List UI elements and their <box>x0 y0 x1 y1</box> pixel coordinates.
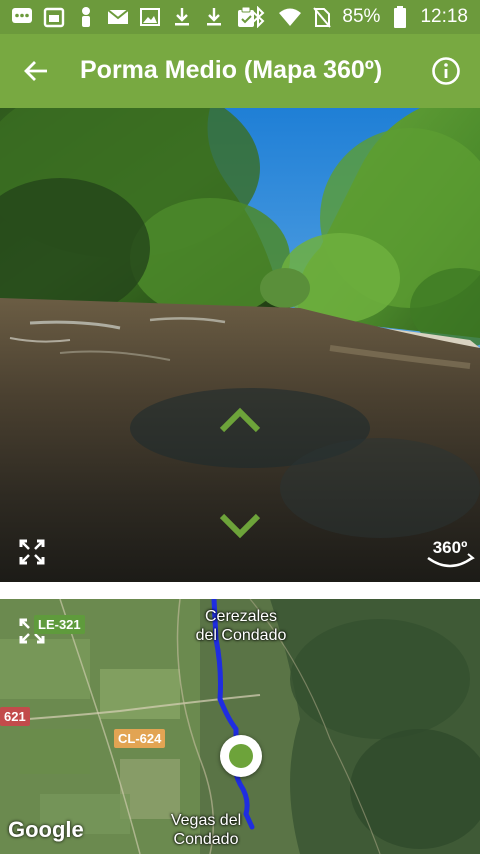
download-icon <box>202 5 226 29</box>
figure-icon <box>74 5 98 29</box>
road-label-cl624: CL-624 <box>114 729 166 748</box>
clock: 12:18 <box>420 6 468 27</box>
move-back-button[interactable] <box>216 510 264 542</box>
download-icon <box>170 5 194 29</box>
town-label-vegas: Vegas del Condado <box>156 811 256 849</box>
calendar-icon <box>42 5 66 29</box>
chat-icon <box>10 5 34 29</box>
no-sim-icon <box>310 5 334 29</box>
chevron-up-icon <box>219 407 261 433</box>
battery-icon <box>388 5 412 29</box>
status-bar: 85% 12:18 <box>0 0 480 34</box>
town-label-cerezales: Cerezales del Condado <box>186 607 296 645</box>
google-attribution: Google <box>8 817 84 842</box>
battery-percent: 85% <box>342 6 381 27</box>
divider <box>0 582 480 599</box>
app-bar: Porma Medio (Mapa 360º) <box>0 34 480 108</box>
town-label-line: Condado <box>173 831 239 848</box>
info-button[interactable] <box>426 51 466 91</box>
location-marker[interactable] <box>220 735 262 777</box>
move-forward-button[interactable] <box>216 404 264 436</box>
map-view[interactable]: LE-321 621 CL-624 Cerezales del Condado … <box>0 599 480 854</box>
360-label: 360º <box>432 538 468 557</box>
arrow-back-icon <box>24 61 47 81</box>
town-label-line: Cerezales <box>204 608 278 625</box>
bluetooth-icon <box>246 5 270 29</box>
location-marker-dot <box>229 744 253 768</box>
road-label-621: 621 <box>0 707 30 726</box>
info-icon <box>432 57 460 85</box>
town-label-line: del Condado <box>195 627 287 644</box>
town-label-line: Vegas del <box>170 812 242 829</box>
back-button[interactable] <box>16 51 56 91</box>
notification-icons <box>10 5 258 29</box>
fullscreen-icon <box>19 539 45 565</box>
wifi-icon <box>278 5 302 29</box>
road-label-le321: LE-321 <box>34 615 85 634</box>
image-icon <box>138 5 162 29</box>
chevron-down-icon <box>219 513 261 539</box>
mail-icon <box>106 5 130 29</box>
panorama-fullscreen-button[interactable] <box>18 538 46 566</box>
system-icons: 85% 12:18 <box>246 5 468 29</box>
view-360-button[interactable]: 360º <box>424 530 476 574</box>
panorama-view[interactable]: 360º <box>0 108 480 582</box>
page-title: Porma Medio (Mapa 360º) <box>80 56 383 84</box>
